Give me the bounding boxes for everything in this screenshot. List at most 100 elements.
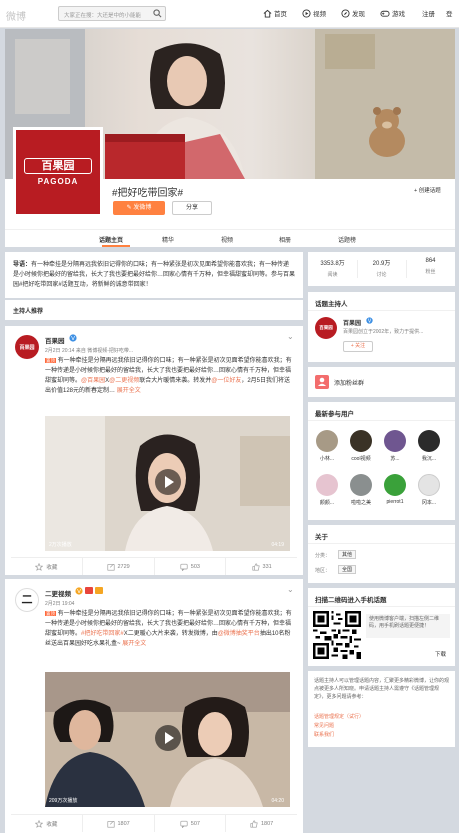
user-item[interactable]: cool视频 xyxy=(346,430,376,462)
nav-games-label: 游戏 xyxy=(392,11,405,18)
hot-badge: 置顶 xyxy=(45,358,56,363)
star-icon xyxy=(35,819,44,828)
video-duration: 04:19 xyxy=(271,542,284,548)
expand-link[interactable]: 展开全文 xyxy=(117,388,141,394)
mention-link[interactable]: @一位好友 xyxy=(211,378,241,384)
brand-name-en: PAGODA xyxy=(37,177,79,186)
search-placeholder: 大家正在搜：大还是中的小能能 xyxy=(64,12,142,19)
category-tag[interactable]: 其他 xyxy=(338,550,357,559)
user-item[interactable]: 冈本... xyxy=(414,474,444,506)
nav-discover-label: 发现 xyxy=(352,11,365,18)
user-item[interactable]: 颜颜... xyxy=(312,474,342,506)
brand-name-cn: 百果园 xyxy=(24,158,92,174)
fan-group-card[interactable]: 添加粉丝群 xyxy=(308,367,455,397)
about-title: 关于 xyxy=(315,534,328,541)
qr-description: 使用微博客户端，扫描左侧二维码，用手机刷话题更便捷！ xyxy=(366,614,450,638)
nav-games[interactable]: 游戏 xyxy=(380,8,405,18)
nav-video-label: 视频 xyxy=(313,11,326,18)
mention-link[interactable]: @微博抽奖平台 xyxy=(218,631,260,637)
expand-link[interactable]: 展开全文 xyxy=(122,641,146,647)
guide-text: 有一种牵挂是分隔再远我依旧记得你的口味；有一种紧张是初次见面希望你能喜欢我；有一… xyxy=(13,262,296,288)
guide-card: 导语：有一种牵挂是分隔再远我依旧记得你的口味；有一种紧张是初次见面希望你能喜欢我… xyxy=(5,252,303,298)
post-card: 百果园 百果园 V 2月2日 20:14 来自 微博视频-把好吃带... ⌄ 置… xyxy=(5,326,303,575)
region-tag[interactable]: 全国 xyxy=(338,565,357,574)
faq-link[interactable]: 常见问题 xyxy=(314,722,334,729)
about-card: 关于 分类： 其他 地区： 全国 xyxy=(308,525,455,583)
stat-discussions: 20.9万 讨论 xyxy=(372,261,391,278)
rules-text: 话题主持人可以管理话题内容，汇聚更多精彩微博，让你的观点被更多人所知晓。申请话题… xyxy=(314,678,450,700)
svg-text:V: V xyxy=(77,589,81,595)
fan-group-icon xyxy=(315,375,329,389)
post-actions: 收藏 1807 507 1807 xyxy=(11,814,297,832)
post-weibo-button[interactable]: ✎ 发微博 xyxy=(113,201,165,215)
avatar[interactable]: 二 xyxy=(15,588,39,612)
post-username[interactable]: 百果园 xyxy=(45,335,65,345)
stat-fans: 864 粉丝 xyxy=(425,258,436,275)
video-player[interactable]: 2万次播放 04:19 xyxy=(45,416,290,551)
repost-button[interactable]: 1807 xyxy=(83,815,155,832)
like-button[interactable]: 1807 xyxy=(226,815,297,832)
play-button[interactable] xyxy=(155,469,181,495)
tab-home[interactable]: 话题主页 xyxy=(99,235,123,244)
mention-link[interactable]: @百果园 xyxy=(81,378,105,384)
chevron-down-icon[interactable]: ⌄ xyxy=(287,585,294,594)
region-label: 地区： xyxy=(315,568,331,574)
login-link[interactable]: 登 xyxy=(446,8,453,18)
video-views: 2万次播放 xyxy=(49,542,72,548)
hot-badge: 置顶 xyxy=(45,611,56,616)
contact-link[interactable]: 联系我们 xyxy=(314,731,334,738)
avatar[interactable]: 百果园 xyxy=(15,335,39,359)
nav-home[interactable]: 首页 xyxy=(263,8,287,18)
host-section-title: 话题主持人 xyxy=(315,301,348,308)
search-icon[interactable] xyxy=(153,9,162,20)
chevron-down-icon[interactable]: ⌄ xyxy=(287,332,294,341)
topic-avatar-frame: 百果园 PAGODA xyxy=(13,127,103,217)
topic-link[interactable]: #把好吃带回家# xyxy=(81,631,124,637)
tab-featured[interactable]: 精华 xyxy=(162,235,174,244)
thumbs-up-icon xyxy=(252,562,260,571)
favorite-button[interactable]: 收藏 xyxy=(11,815,83,832)
post-weibo-label: 发微博 xyxy=(133,205,152,211)
share-button[interactable]: 分享 xyxy=(172,201,212,215)
user-item[interactable]: 小林... xyxy=(312,430,342,462)
user-item[interactable]: 苏... xyxy=(380,430,410,462)
tab-video[interactable]: 视频 xyxy=(221,235,233,244)
repost-button[interactable]: 2729 xyxy=(83,558,155,575)
user-item[interactable]: 啦啦之美 xyxy=(346,474,376,506)
comment-button[interactable]: 503 xyxy=(155,558,227,575)
user-item[interactable]: 我沉... xyxy=(414,430,444,462)
post-text: 置顶 有一种牵挂是分隔再远我依旧记得你的口味；有一种紧张是初次见面希望你能喜欢我… xyxy=(45,358,292,394)
nav-discover[interactable]: 发现 xyxy=(341,8,365,18)
page-title: #把好吃带回家# xyxy=(112,188,184,199)
comment-button[interactable]: 507 xyxy=(155,815,227,832)
create-topic-link[interactable]: + 创建话题 xyxy=(414,186,441,194)
weibo-logo[interactable]: 微博 xyxy=(6,8,26,23)
tab-album[interactable]: 相册 xyxy=(279,235,291,244)
download-link[interactable]: 下载 xyxy=(435,650,446,658)
nav-video[interactable]: 视频 xyxy=(302,8,326,18)
new-users-title: 最新参与用户 xyxy=(315,411,354,418)
host-description: 百果园创立于2002年，致力于提供... xyxy=(343,329,424,335)
host-name[interactable]: 百果园 xyxy=(343,318,361,327)
follow-button[interactable]: + 关注 xyxy=(343,341,373,352)
post-username[interactable]: 二更视频 xyxy=(45,588,71,598)
topic-tabs: 话题主页 精华 视频 相册 话题榜 xyxy=(5,229,455,247)
mention-link[interactable]: @二更视频 xyxy=(109,378,139,384)
video-player[interactable]: 209万次播放 04:20 xyxy=(45,672,290,807)
favorite-button[interactable]: 收藏 xyxy=(11,558,83,575)
gamepad-icon xyxy=(380,10,390,17)
avatar[interactable]: 百果园 xyxy=(315,317,337,339)
tab-ranking[interactable]: 话题榜 xyxy=(338,235,356,244)
discover-icon xyxy=(341,8,350,18)
qr-title: 扫描二维码进入手机话题 xyxy=(315,597,387,604)
comment-icon xyxy=(180,820,188,828)
like-button[interactable]: 331 xyxy=(226,558,297,575)
verified-icon: V xyxy=(69,334,77,344)
play-button[interactable] xyxy=(155,725,181,751)
register-link[interactable]: 注册 xyxy=(422,8,435,18)
rules-link[interactable]: 话题管理规定（试行） xyxy=(314,713,364,720)
post-card: 二 二更视频 V 2月2日 19:04 ⌄ 置顶 有一种牵挂是分隔再远我依旧记得… xyxy=(5,579,303,833)
user-item[interactable]: pierrot1 xyxy=(380,474,410,505)
search-input[interactable]: 大家正在搜：大还是中的小能能 xyxy=(58,6,166,21)
guide-label: 导语： xyxy=(13,262,32,268)
